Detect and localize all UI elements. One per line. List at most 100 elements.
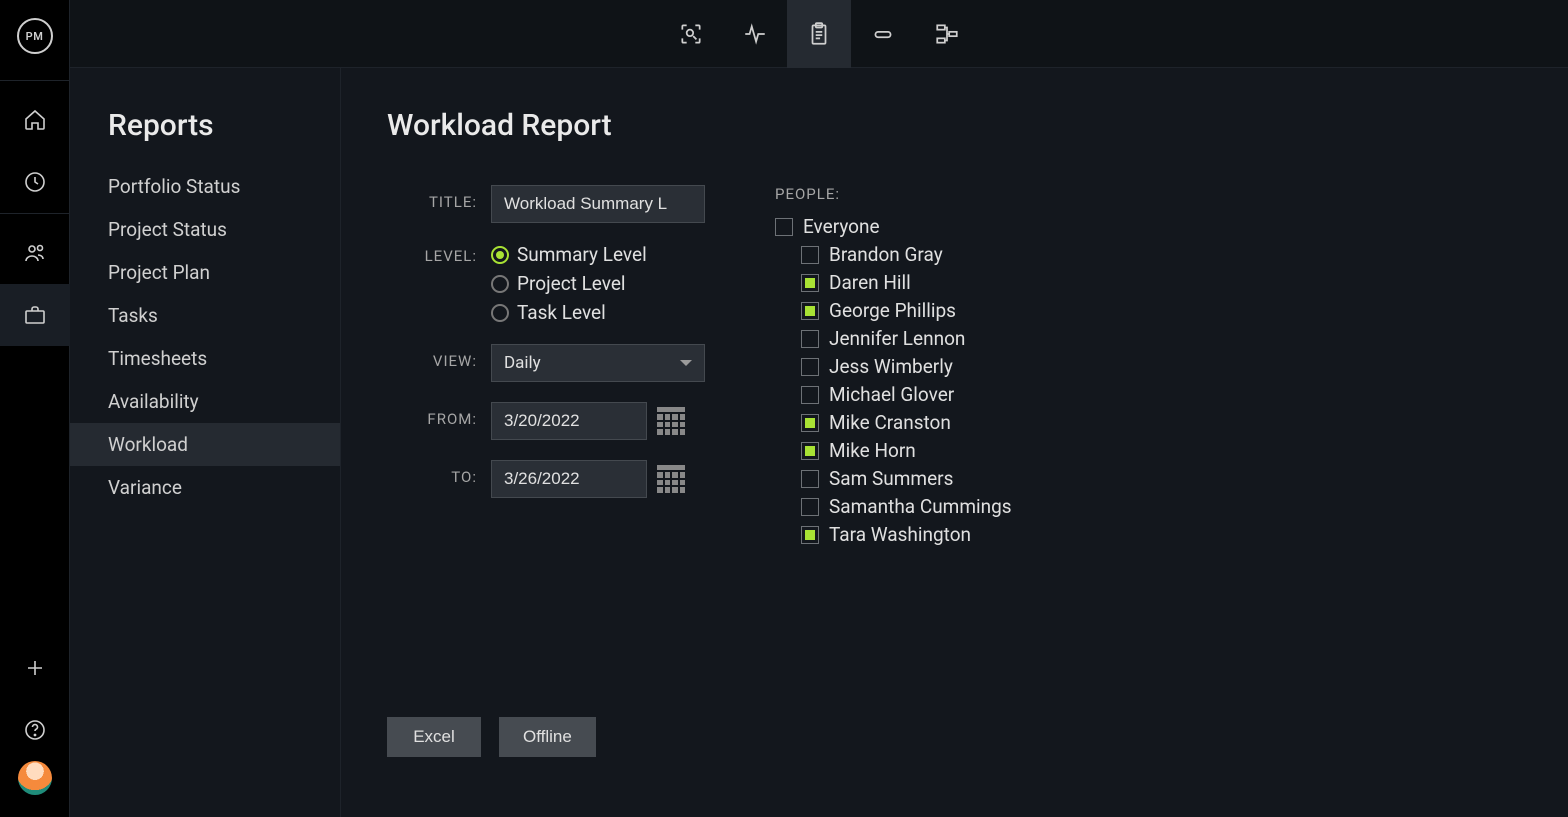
person-label: Tara Washington	[829, 523, 971, 546]
nav-team[interactable]	[0, 222, 70, 284]
home-icon	[23, 108, 47, 132]
user-avatar[interactable]	[18, 761, 52, 795]
flow-icon	[934, 21, 960, 47]
check-indicator	[801, 498, 819, 516]
checkbox-daren-hill[interactable]: Daren Hill	[801, 271, 1012, 294]
plus-icon	[23, 656, 47, 680]
radio-indicator	[491, 304, 509, 322]
to-date-input[interactable]	[491, 460, 647, 498]
label-title: TITLE:	[387, 185, 491, 211]
sidebar-item-availability[interactable]: Availability	[70, 380, 340, 423]
radio-label: Project Level	[517, 272, 626, 295]
person-label: Daren Hill	[829, 271, 911, 294]
tool-scan[interactable]	[659, 0, 723, 68]
link-icon	[870, 21, 896, 47]
check-indicator	[801, 526, 819, 544]
checkbox-jess-wimberly[interactable]: Jess Wimberly	[801, 355, 1012, 378]
nav-portfolio[interactable]	[0, 284, 70, 346]
radio-label: Task Level	[517, 301, 606, 324]
sidebar-item-workload[interactable]: Workload	[70, 423, 340, 466]
top-toolbar	[70, 0, 1568, 68]
sidebar-item-variance[interactable]: Variance	[70, 466, 340, 509]
sidebar-title: Reports	[70, 108, 340, 165]
radio-project-level[interactable]: Project Level	[491, 272, 647, 295]
person-label: Sam Summers	[829, 467, 953, 490]
checkbox-jennifer-lennon[interactable]: Jennifer Lennon	[801, 327, 1012, 350]
sidebar-item-project-status[interactable]: Project Status	[70, 208, 340, 251]
check-indicator	[801, 302, 819, 320]
view-select[interactable]: Daily	[491, 344, 705, 382]
radio-task-level[interactable]: Task Level	[491, 301, 647, 324]
divider	[0, 213, 69, 214]
tool-clipboard[interactable]	[787, 0, 851, 68]
person-label: Mike Horn	[829, 439, 916, 462]
everyone-label: Everyone	[803, 215, 880, 238]
person-label: Samantha Cummings	[829, 495, 1012, 518]
checkbox-mike-cranston[interactable]: Mike Cranston	[801, 411, 1012, 434]
briefcase-icon	[23, 303, 47, 327]
check-indicator	[801, 442, 819, 460]
people-icon	[23, 241, 47, 265]
label-to: TO:	[387, 460, 491, 486]
checkbox-tara-washington[interactable]: Tara Washington	[801, 523, 1012, 546]
radio-indicator	[491, 275, 509, 293]
check-indicator	[801, 414, 819, 432]
sidebar-item-portfolio-status[interactable]: Portfolio Status	[70, 165, 340, 208]
divider	[0, 80, 69, 81]
left-rail: PM	[0, 0, 70, 817]
help-icon	[23, 718, 47, 742]
label-view: VIEW:	[387, 344, 491, 370]
checkbox-george-phillips[interactable]: George Phillips	[801, 299, 1012, 322]
sidebar-item-timesheets[interactable]: Timesheets	[70, 337, 340, 380]
person-label: Michael Glover	[829, 383, 954, 406]
label-people: PEOPLE:	[775, 185, 1012, 203]
report-panel: Workload Report TITLE: LEVEL: Summary Le…	[341, 68, 1568, 817]
check-indicator	[801, 330, 819, 348]
sidebar-item-project-plan[interactable]: Project Plan	[70, 251, 340, 294]
radio-label: Summary Level	[517, 243, 647, 266]
checkbox-everyone[interactable]: Everyone	[775, 215, 1012, 238]
clipboard-icon	[806, 21, 832, 47]
offline-button[interactable]: Offline	[499, 717, 596, 757]
person-label: Mike Cranston	[829, 411, 951, 434]
report-title: Workload Report	[387, 108, 1568, 143]
checkbox-brandon-gray[interactable]: Brandon Gray	[801, 243, 1012, 266]
check-indicator	[801, 358, 819, 376]
tool-flow[interactable]	[915, 0, 979, 68]
nav-help[interactable]	[0, 699, 70, 761]
activity-icon	[742, 21, 768, 47]
from-date-input[interactable]	[491, 402, 647, 440]
label-from: FROM:	[387, 402, 491, 428]
title-input[interactable]	[491, 185, 705, 223]
tool-link[interactable]	[851, 0, 915, 68]
checkbox-samantha-cummings[interactable]: Samantha Cummings	[801, 495, 1012, 518]
nav-home[interactable]	[0, 89, 70, 151]
sidebar-item-tasks[interactable]: Tasks	[70, 294, 340, 337]
nav-recent[interactable]	[0, 151, 70, 213]
checkbox-sam-summers[interactable]: Sam Summers	[801, 467, 1012, 490]
app-logo[interactable]: PM	[17, 18, 53, 54]
radio-summary-level[interactable]: Summary Level	[491, 243, 647, 266]
checkbox-michael-glover[interactable]: Michael Glover	[801, 383, 1012, 406]
check-indicator	[801, 274, 819, 292]
checkbox-mike-horn[interactable]: Mike Horn	[801, 439, 1012, 462]
scan-icon	[678, 21, 704, 47]
nav-add[interactable]	[0, 637, 70, 699]
reports-sidebar: Reports Portfolio StatusProject StatusPr…	[70, 68, 341, 817]
excel-button[interactable]: Excel	[387, 717, 481, 757]
to-calendar-icon[interactable]	[657, 465, 685, 493]
chevron-down-icon	[680, 360, 692, 366]
tool-activity[interactable]	[723, 0, 787, 68]
person-label: Jennifer Lennon	[829, 327, 965, 350]
person-label: George Phillips	[829, 299, 956, 322]
check-indicator	[801, 386, 819, 404]
check-indicator	[801, 246, 819, 264]
person-label: Brandon Gray	[829, 243, 943, 266]
from-calendar-icon[interactable]	[657, 407, 685, 435]
clock-icon	[23, 170, 47, 194]
person-label: Jess Wimberly	[829, 355, 953, 378]
radio-indicator	[491, 246, 509, 264]
check-indicator	[801, 470, 819, 488]
label-level: LEVEL:	[387, 243, 491, 265]
view-value: Daily	[504, 353, 541, 373]
